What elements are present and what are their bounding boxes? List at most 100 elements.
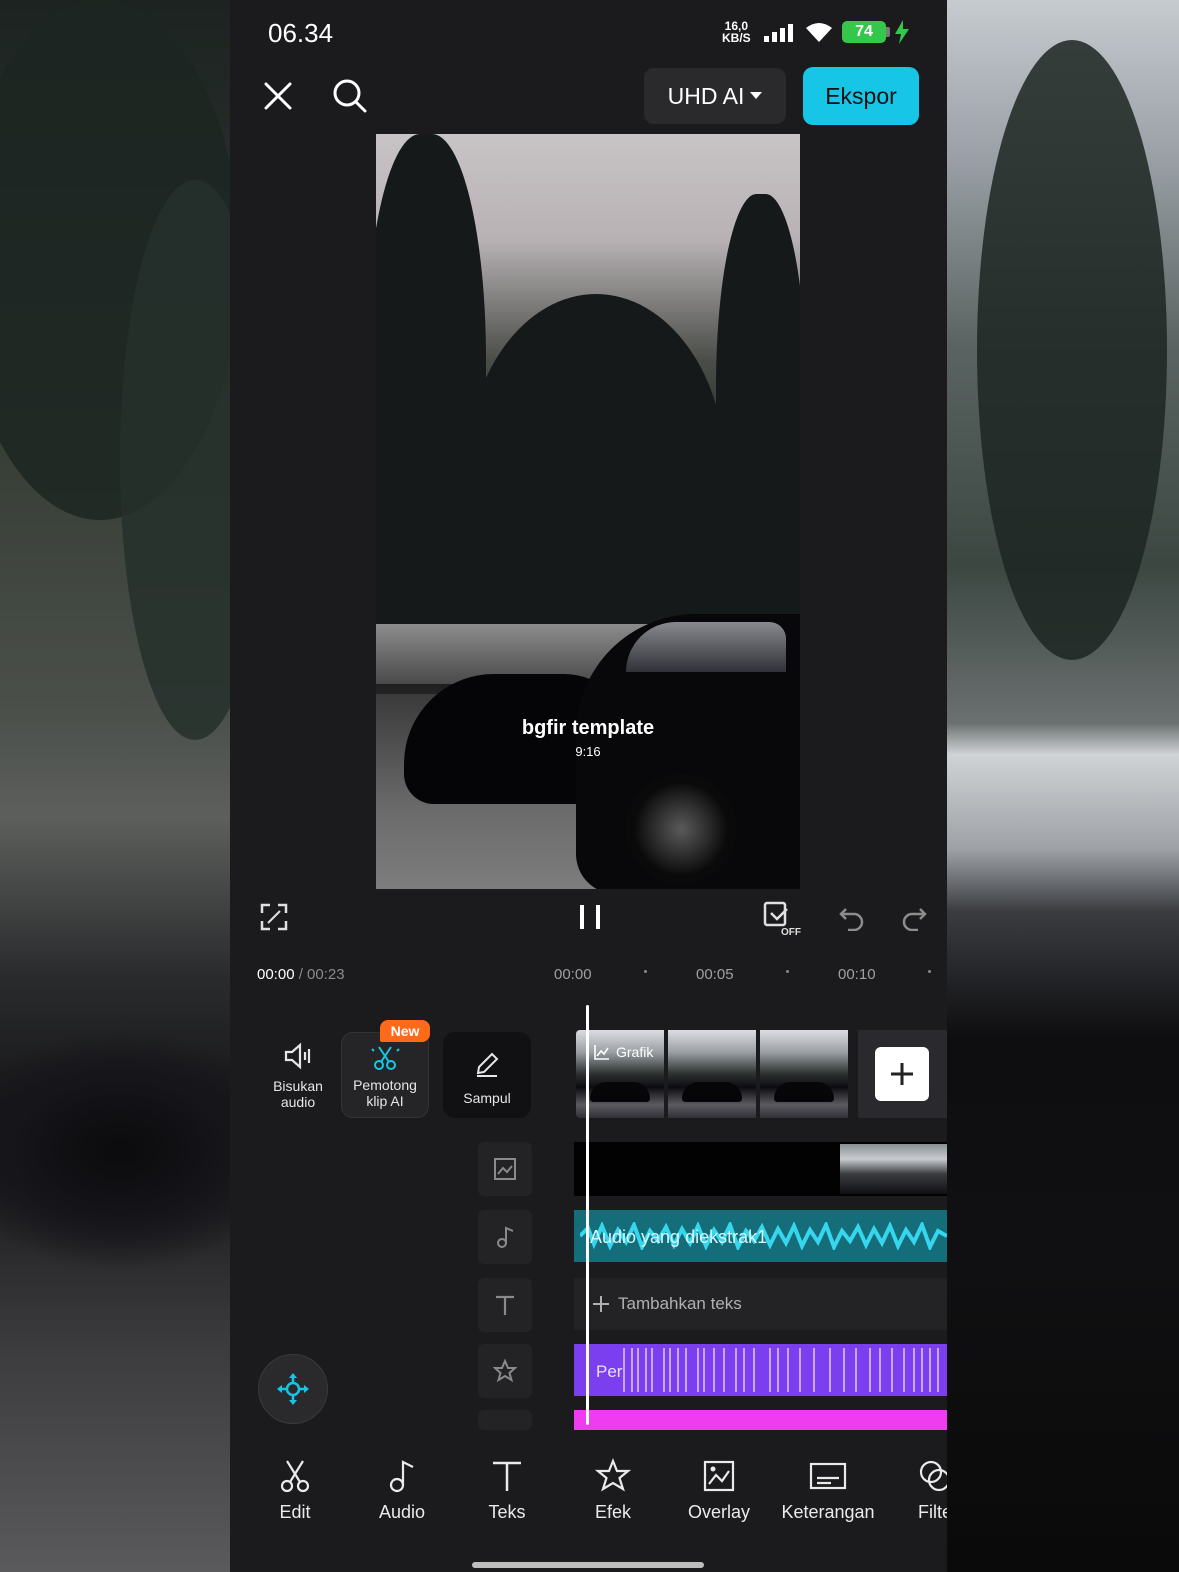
music-note-icon (497, 1226, 514, 1248)
keyframe-off-icon: OFF (763, 901, 801, 937)
video-thumbnail (760, 1030, 848, 1118)
preview-ratio: 9:16 (575, 744, 601, 759)
status-time: 06.34 (268, 18, 334, 48)
ruler-tick: 00:05 (696, 966, 734, 983)
undo-button[interactable] (832, 897, 872, 937)
fullscreen-icon (260, 903, 288, 931)
ruler-tick: 00:10 (838, 966, 876, 983)
preview-title: bgfir template (521, 717, 655, 739)
search-button[interactable] (328, 74, 372, 118)
overlay-track-button[interactable] (478, 1142, 532, 1196)
scissors-icon (280, 1460, 310, 1493)
nav-captions[interactable]: Keterangan (778, 1458, 878, 1523)
plus-icon (593, 1296, 609, 1312)
top-bar: UHD AI Ekspor (230, 64, 947, 128)
charging-icon (895, 20, 909, 44)
nav-audio-label: Audio (378, 1502, 426, 1522)
background-left (0, 0, 230, 1572)
redo-icon (902, 908, 927, 931)
effect-star-icon (493, 1359, 517, 1383)
caret-down-icon (750, 92, 763, 99)
undo-icon (839, 908, 864, 931)
playback-time: 00:00 / 00:23 (257, 966, 345, 983)
quality-dropdown[interactable]: UHD AI (644, 68, 786, 124)
export-button[interactable]: Ekspor (803, 67, 919, 125)
pause-button[interactable] (568, 895, 612, 939)
captions-icon (809, 1462, 847, 1490)
ai-clip-cutter-button[interactable]: Pemotong klip AI (341, 1032, 429, 1118)
video-thumbnail (668, 1030, 756, 1118)
cover-label: Sampul (463, 1090, 511, 1106)
ruler-tick: 00:00 (554, 966, 592, 983)
keyframe-toggle-button[interactable]: OFF (758, 895, 804, 941)
video-preview[interactable]: bgfir template 9:16 (376, 134, 800, 889)
preview-tree-right (716, 194, 800, 624)
ruler-dot (928, 970, 931, 973)
ai-scissors-icon (371, 1046, 400, 1070)
effect-track[interactable] (574, 1344, 947, 1396)
mute-audio-label: Bisukan audio (273, 1078, 323, 1110)
video-clip-label: Grafik (594, 1044, 653, 1060)
signal-icon (764, 24, 793, 42)
nav-overlay[interactable]: Overlay (684, 1458, 754, 1523)
battery-cap (886, 27, 890, 37)
effect-star-icon (595, 1458, 631, 1492)
nav-filters[interactable]: Filte (910, 1458, 947, 1523)
effect-bars (623, 1348, 939, 1392)
nav-effects[interactable]: Efek (590, 1458, 636, 1523)
preview-car-window (626, 622, 786, 672)
editor-app: 06.34 16,0 KB/S 74 UHD AI Ekspor bgfir t… (230, 0, 947, 1572)
more-track-button[interactable] (478, 1410, 532, 1430)
svg-text:OFF: OFF (781, 927, 801, 937)
nav-text-label: Teks (488, 1502, 526, 1522)
playback-controls: OFF (230, 889, 947, 945)
filter-icon (919, 1460, 947, 1492)
wifi-icon (806, 23, 832, 42)
battery-level: 74 (842, 21, 886, 43)
nav-filters-label: Filte (917, 1502, 947, 1522)
network-speed: 16,0 KB/S (722, 19, 751, 45)
adjustment-track[interactable] (574, 1410, 947, 1430)
text-track-button[interactable] (478, 1278, 532, 1332)
audio-clip-label: Audio yang diekstrak1 (590, 1227, 768, 1247)
fullscreen-button[interactable] (254, 897, 294, 937)
add-text-track[interactable]: Tambahkan teks (574, 1278, 947, 1330)
plus-icon (891, 1063, 913, 1085)
playhead[interactable] (586, 1005, 589, 1425)
add-clip-button[interactable] (875, 1047, 929, 1101)
new-badge: New (380, 1020, 430, 1042)
overlay-image-icon (703, 1460, 735, 1492)
text-icon (493, 1461, 521, 1491)
close-button[interactable] (258, 76, 298, 116)
ai-clip-cutter-label: Pemotong klip AI (353, 1077, 417, 1109)
quality-label: UHD AI (667, 82, 745, 109)
ruler-dot (786, 970, 789, 973)
mute-audio-button[interactable]: Bisukan audio (258, 1036, 338, 1116)
add-text-label: Tambahkan teks (618, 1294, 742, 1313)
effect-track-button[interactable] (478, 1344, 532, 1398)
preview-trees (466, 294, 726, 654)
overlay-clip[interactable] (840, 1144, 947, 1194)
audio-track-button[interactable] (478, 1210, 532, 1264)
nav-audio[interactable]: Audio (374, 1458, 430, 1523)
speaker-icon (284, 1042, 311, 1070)
move-arrows-icon (277, 1373, 309, 1405)
effect-clip-label: Per (596, 1362, 623, 1381)
time-ruler: 00:00 / 00:23 00:00 00:05 00:10 (230, 960, 947, 990)
nav-text[interactable]: Teks (484, 1458, 530, 1523)
redo-button[interactable] (894, 897, 934, 937)
preview-car-wheel (626, 774, 736, 884)
nav-effects-label: Efek (594, 1502, 632, 1522)
status-bar: 06.34 16,0 KB/S 74 (230, 0, 947, 64)
cover-button[interactable]: Sampul (443, 1032, 531, 1118)
close-icon (264, 82, 292, 110)
pencil-icon (476, 1052, 499, 1077)
nav-edit[interactable]: Edit (270, 1458, 320, 1523)
graph-icon (594, 1045, 609, 1060)
keyframe-fab-button[interactable] (258, 1354, 328, 1424)
nav-overlay-label: Overlay (687, 1502, 750, 1522)
bottom-toolbar: Edit Audio Teks Efek Overlay Keterangan … (230, 1440, 947, 1572)
overlay-image-icon (494, 1158, 516, 1180)
nav-edit-label: Edit (279, 1502, 311, 1522)
music-note-icon (389, 1460, 414, 1493)
